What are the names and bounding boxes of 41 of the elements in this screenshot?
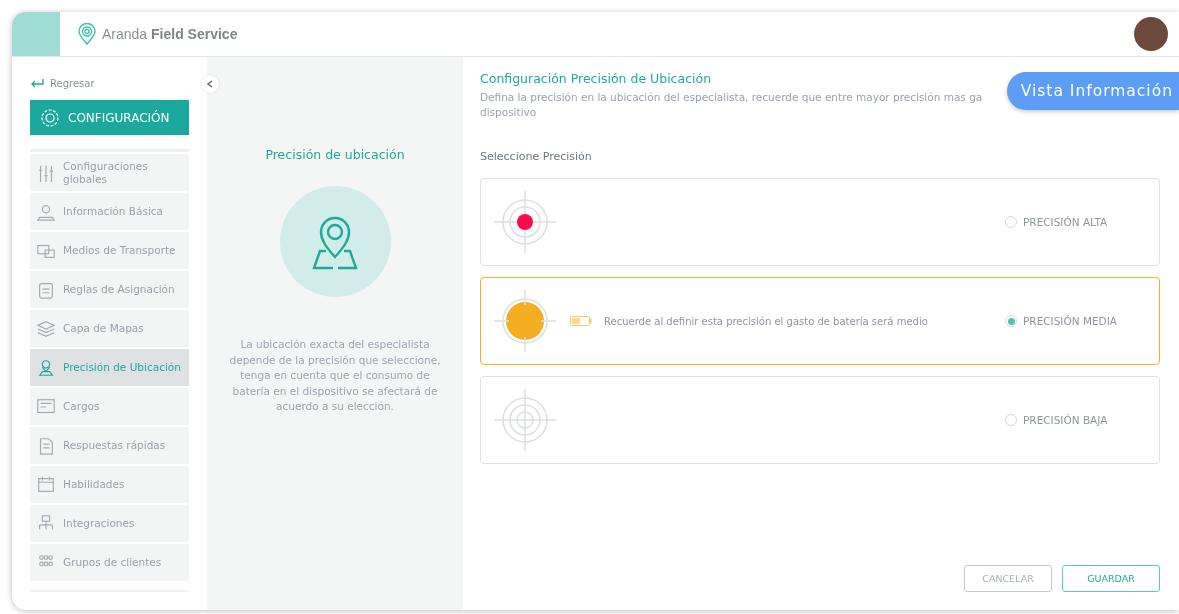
sidebar-item[interactable]: Capa de Mapas: [30, 310, 189, 347]
sidebar-item[interactable]: Medios de Transporte: [30, 232, 189, 269]
field-label: Seleccione Precisión: [480, 150, 593, 163]
header-accent: [12, 12, 60, 56]
view-info-button[interactable]: Vista Información: [1006, 72, 1179, 110]
menu-item-icon: [36, 474, 56, 495]
location-pin-logo-icon: [78, 23, 96, 45]
sidebar-item[interactable]: Configuraciones globales: [30, 154, 189, 191]
battery-icon: [570, 316, 592, 326]
collapse-button[interactable]: [201, 75, 219, 93]
save-button[interactable]: GUARDAR: [1062, 565, 1160, 592]
app-name: Aranda Field Service: [102, 26, 238, 42]
precision-option-card[interactable]: PRECISIÓN BAJA: [480, 376, 1160, 464]
configuration-button[interactable]: CONFIGURACIÓN: [30, 100, 189, 135]
section-title: Configuración Precisión de Ubicación: [480, 71, 713, 86]
sidebar-item[interactable]: Respuestas rápidas: [30, 427, 189, 464]
sidebar-item[interactable]: Grupos de clientes: [30, 544, 189, 581]
precision-radio[interactable]: PRECISIÓN ALTA: [1005, 216, 1119, 228]
crosshair-target-icon: [494, 389, 556, 451]
precision-option-card[interactable]: PRECISIÓN ALTA: [480, 178, 1160, 266]
panel-title: Precisión de ubicación: [265, 147, 405, 162]
gear-icon: [40, 107, 60, 128]
chevron-left-icon: [206, 80, 214, 88]
precision-radio[interactable]: PRECISIÓN MEDIA: [1005, 315, 1119, 327]
menu-item-icon: [36, 357, 56, 378]
return-arrow-icon: [30, 78, 44, 88]
sidebar-item[interactable]: Reglas de Asignación: [30, 271, 189, 308]
cancel-button[interactable]: CANCELAR: [964, 565, 1052, 592]
precision-radio[interactable]: PRECISIÓN BAJA: [1005, 414, 1119, 426]
sidebar-item[interactable]: Información Básica: [30, 193, 189, 230]
description-text: dispositivo: [480, 105, 538, 120]
sidebar-item[interactable]: Cargos: [30, 388, 189, 425]
back-link[interactable]: Regresar: [30, 75, 197, 91]
info-paragraph: La ubicación exacta del especialista depende de la precisión que seleccione, tenga en cuenta que el consumo de batería en el dispositivo se afectará de acuerdo a su elección.: [228, 337, 442, 414]
user-avatar[interactable]: [1134, 17, 1168, 51]
precision-option-card[interactable]: Recuerde al definir esta precisión el gasto de batería será medio PRECISIÓN MEDIA: [480, 277, 1160, 365]
sidebar-item[interactable]: Habilidades: [30, 466, 189, 503]
battery-note: Recuerde al definir esta precisión el gasto de batería será medio: [604, 315, 928, 327]
sidebar-item[interactable]: Integraciones: [30, 505, 189, 542]
menu-item-icon: [36, 318, 56, 339]
sidebar-item[interactable]: Precisión de Ubicación: [30, 349, 189, 386]
